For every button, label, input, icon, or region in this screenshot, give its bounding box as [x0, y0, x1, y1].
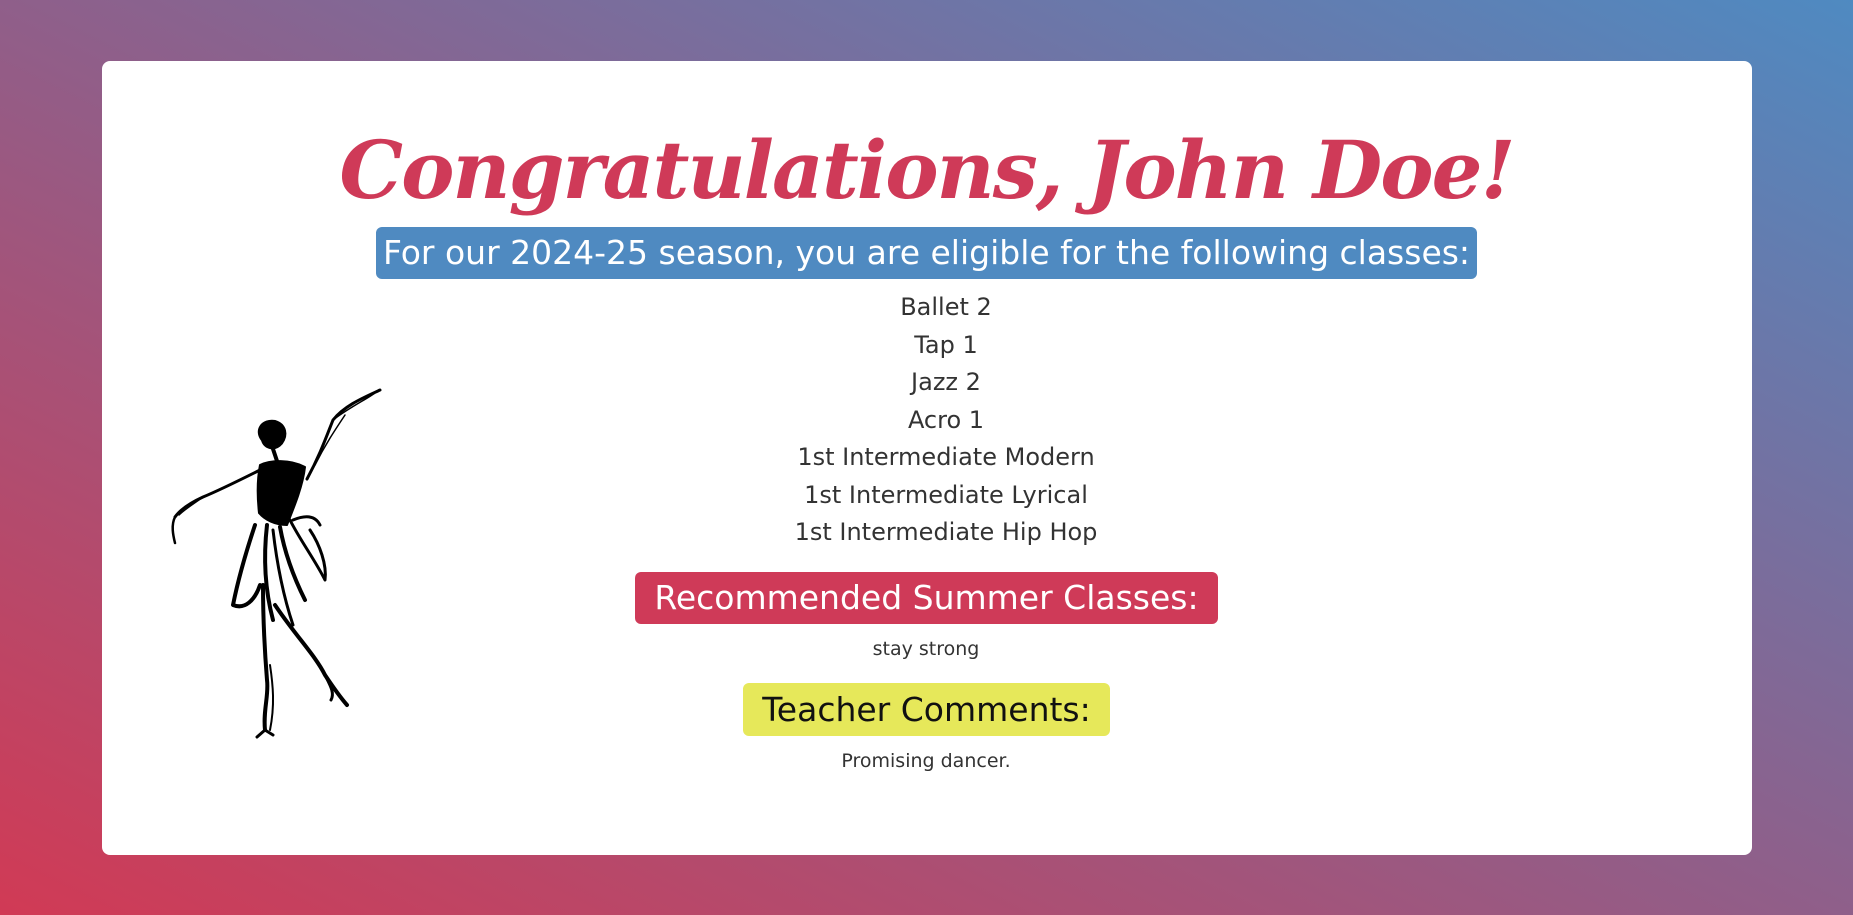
class-item: 1st Intermediate Hip Hop: [794, 518, 1098, 546]
page-title: Congratulations, John Doe!: [339, 123, 1515, 217]
dancer-sketch-icon: [171, 388, 382, 739]
class-item: Tap 1: [914, 330, 978, 359]
class-item: 1st Intermediate Modern: [797, 443, 1095, 471]
season-eligibility-banner: For our 2024-25 season, you are eligible…: [376, 227, 1477, 279]
eligible-classes-list: Ballet 2 Tap 1 Jazz 2 Acro 1 1st Interme…: [746, 289, 1146, 552]
class-item: Acro 1: [907, 405, 985, 434]
summer-classes-text: stay strong: [872, 638, 980, 660]
summer-classes-heading: Recommended Summer Classes:: [635, 572, 1218, 624]
teacher-comments-heading: Teacher Comments:: [743, 683, 1110, 736]
class-item: 1st Intermediate Lyrical: [804, 480, 1088, 509]
class-item: Jazz 2: [911, 368, 981, 396]
class-item: Ballet 2: [900, 293, 992, 321]
teacher-comments-text: Promising dancer.: [841, 750, 1011, 772]
